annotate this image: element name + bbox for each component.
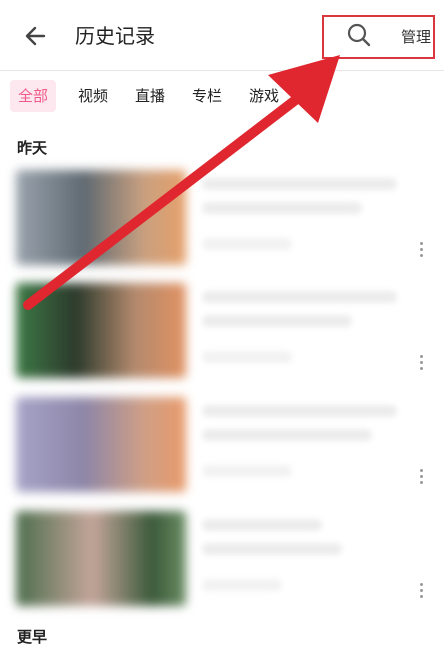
more-vertical-icon[interactable]	[420, 469, 424, 485]
top-bar: 历史记录 管理	[0, 0, 444, 71]
page-title: 历史记录	[75, 24, 155, 48]
more-vertical-icon[interactable]	[420, 355, 424, 371]
tab-video[interactable]: 视频	[78, 80, 108, 112]
category-tabs: 全部 视频 直播 专栏 游戏	[0, 80, 444, 116]
more-vertical-icon[interactable]	[420, 583, 424, 599]
video-thumbnail	[16, 170, 186, 265]
video-thumbnail	[16, 511, 186, 606]
video-thumbnail	[16, 283, 186, 378]
history-item[interactable]	[16, 397, 434, 492]
tab-column[interactable]: 专栏	[192, 80, 222, 112]
item-meta	[202, 511, 402, 606]
search-icon[interactable]	[346, 22, 372, 48]
manage-button[interactable]: 管理	[401, 26, 431, 47]
back-arrow-icon[interactable]	[22, 22, 50, 50]
history-item[interactable]	[16, 283, 434, 378]
item-meta	[202, 397, 402, 492]
tab-live[interactable]: 直播	[135, 80, 165, 112]
item-meta	[202, 283, 402, 378]
video-thumbnail	[16, 397, 186, 492]
tab-all[interactable]: 全部	[10, 80, 57, 112]
section-yesterday: 昨天	[17, 139, 48, 157]
more-vertical-icon[interactable]	[420, 242, 424, 258]
section-earlier: 更早	[17, 628, 48, 646]
history-item[interactable]	[16, 170, 434, 265]
history-item[interactable]	[16, 511, 434, 606]
item-meta	[202, 170, 402, 265]
tab-game[interactable]: 游戏	[249, 80, 279, 112]
